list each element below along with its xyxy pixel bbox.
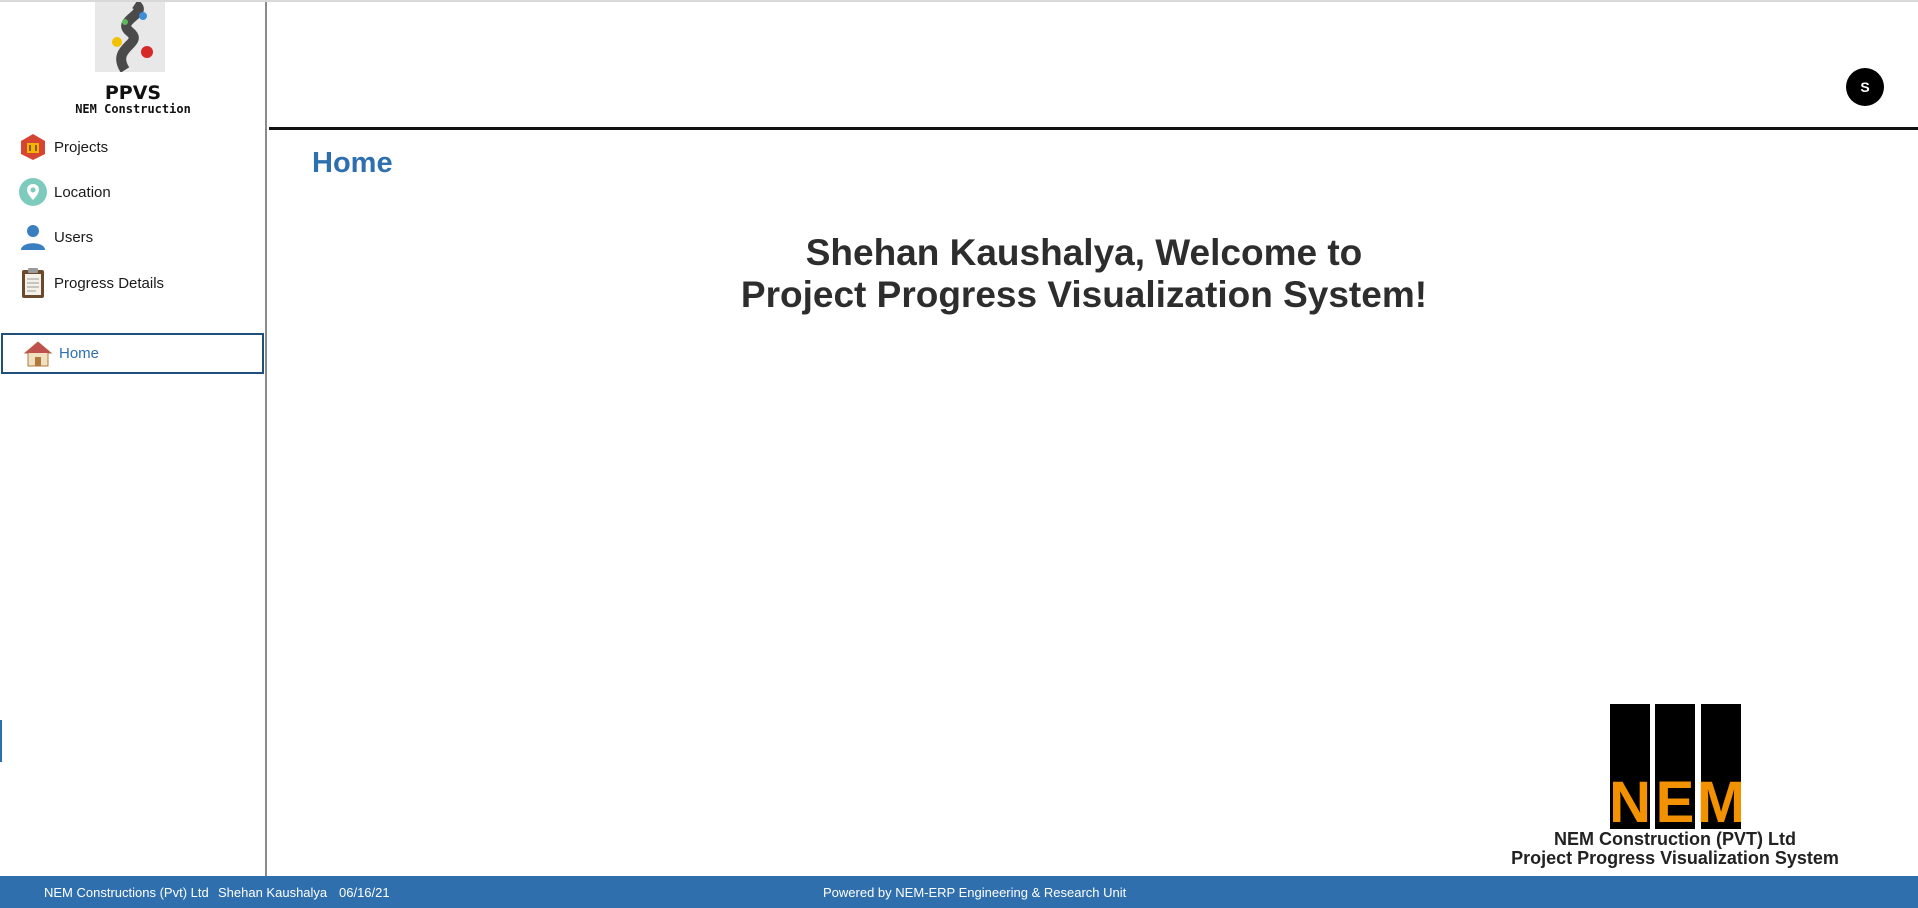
footer-bar: NEM Constructions (Pvt) Ltd Shehan Kaush… bbox=[0, 876, 1918, 908]
top-border bbox=[0, 0, 1918, 2]
footer-date: 06/16/21 bbox=[339, 884, 390, 900]
sidebar-item-location[interactable]: Location bbox=[18, 175, 111, 209]
sidebar-divider bbox=[265, 2, 267, 876]
sidebar-item-label: Projects bbox=[54, 138, 109, 156]
clipboard-icon bbox=[18, 268, 48, 298]
welcome-line-1: Shehan Kaushalya, Welcome to bbox=[805, 232, 1363, 273]
sidebar-item-label: Home bbox=[59, 345, 100, 362]
sidebar-item-projects[interactable]: Projects bbox=[18, 130, 108, 164]
welcome-message: Shehan Kaushalya, Welcome to Project Pro… bbox=[269, 232, 1899, 316]
welcome-line-2: Project Progress Visualization System! bbox=[740, 274, 1428, 315]
sidebar-item-home[interactable]: Home bbox=[1, 333, 264, 374]
projects-icon bbox=[18, 132, 48, 162]
footer-company: NEM Constructions (Pvt) Ltd bbox=[44, 884, 209, 900]
scroll-indicator bbox=[0, 720, 2, 762]
footer-powered-by: Powered by NEM-ERP Engineering & Researc… bbox=[823, 884, 1127, 900]
footer-user: Shehan Kaushalya bbox=[218, 884, 328, 900]
sidebar-item-users[interactable]: Users bbox=[18, 220, 93, 254]
sidebar-item-label: Users bbox=[54, 228, 94, 246]
user-avatar[interactable]: S bbox=[1846, 68, 1884, 106]
user-icon bbox=[18, 222, 48, 252]
sidebar-item-label: Location bbox=[54, 183, 111, 201]
svg-text:M: M bbox=[1697, 770, 1741, 829]
brand-subtitle: NEM Construction bbox=[75, 102, 191, 116]
header-divider bbox=[269, 127, 1918, 130]
logo-caption-system: Project Progress Visualization System bbox=[1511, 848, 1839, 868]
home-icon bbox=[23, 339, 53, 369]
sidebar-item-progress-details[interactable]: Progress Details bbox=[18, 266, 164, 300]
ppvs-logo bbox=[95, 2, 165, 72]
page-title: Home bbox=[312, 147, 393, 179]
sidebar-item-label: Progress Details bbox=[54, 274, 165, 292]
brand-title: PPVS bbox=[104, 82, 162, 104]
logo-caption-company: NEM Construction (PVT) Ltd bbox=[1554, 829, 1796, 849]
svg-text:E: E bbox=[1656, 770, 1695, 829]
nem-logo: N E M bbox=[1610, 704, 1741, 829]
location-pin-icon bbox=[18, 177, 48, 207]
svg-text:N: N bbox=[1610, 770, 1651, 829]
